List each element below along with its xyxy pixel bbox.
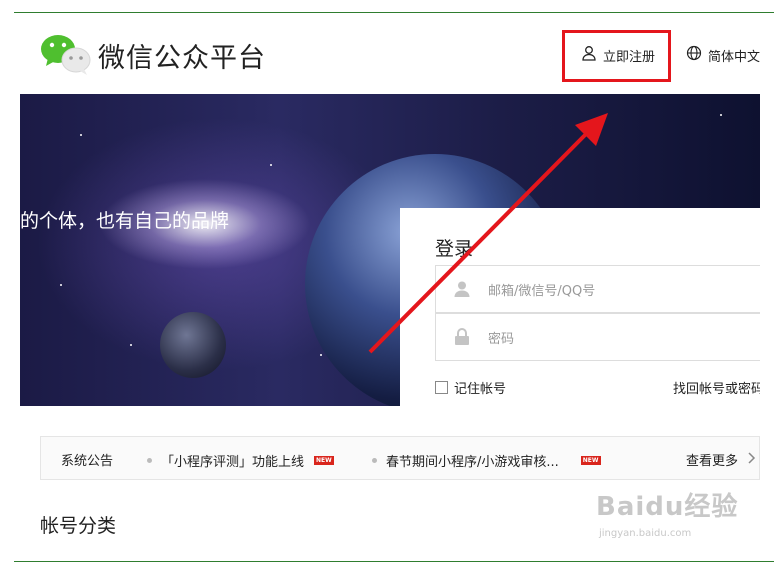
globe-icon [686,45,702,65]
user-icon [436,280,488,298]
more-label: 查看更多 [686,454,739,469]
star [720,114,722,116]
announcement-text: 「小程序评测」功能上线 [161,455,305,470]
announcement-item[interactable]: 「小程序评测」功能上线 NEW [147,451,334,470]
user-icon [581,45,597,65]
chevron-right-icon [748,451,756,468]
remember-label: 记住帐号 [454,382,507,397]
lock-icon [436,328,488,346]
register-label: 立即注册 [603,49,656,65]
section-title: 帐号分类 [40,515,117,537]
announcement-bar: 系统公告 「小程序评测」功能上线 NEW 春节期间小程序/小游戏审核... NE… [40,436,760,480]
announcement-item[interactable]: 春节期间小程序/小游戏审核... NEW [372,451,601,470]
watermark-url: jingyan.baidu.com [599,528,692,539]
announcement-title: 系统公告 [61,454,114,469]
hero-banner: 的个体，也有自己的品牌 登录 邮箱/微信号/QQ号 密码 记住帐号 找回帐号或密… [20,94,760,406]
star [270,164,272,166]
site-title: 微信公众平台 [98,43,266,74]
password-field[interactable]: 密码 [435,313,760,361]
bullet-icon [372,458,377,463]
password-placeholder: 密码 [488,331,515,347]
new-badge: NEW [580,456,601,465]
watermark: Baidu经验 [596,492,739,522]
moon-image [160,312,226,378]
login-title: 登录 [435,238,474,260]
star [80,134,82,136]
banner-slogan: 的个体，也有自己的品牌 [20,210,230,232]
more-link[interactable]: 查看更多 [686,450,756,469]
remember-checkbox[interactable] [435,381,448,394]
register-link[interactable]: 立即注册 [581,45,655,65]
account-field[interactable]: 邮箱/微信号/QQ号 [435,265,760,313]
star [60,284,62,286]
star [130,344,132,346]
announcement-text: 春节期间小程序/小游戏审核... [386,455,559,470]
wechat-logo-icon [40,32,92,80]
bullet-icon [147,458,152,463]
new-badge: NEW [314,456,334,465]
remember-account[interactable]: 记住帐号 [435,378,506,397]
language-switch[interactable]: 简体中文 [686,45,760,65]
login-panel: 登录 邮箱/微信号/QQ号 密码 记住帐号 找回帐号或密码 登录 [400,208,760,406]
forgot-link[interactable]: 找回帐号或密码 [673,378,760,397]
account-placeholder: 邮箱/微信号/QQ号 [488,283,596,299]
language-label: 简体中文 [708,49,761,65]
star [320,354,322,356]
